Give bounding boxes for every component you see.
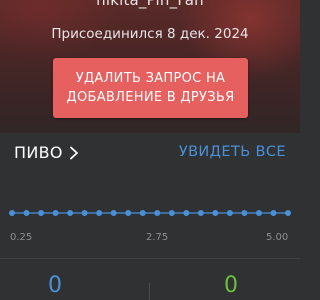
profile-header: nikita_Pin_Fan Присоединился 8 дек. 2024… <box>0 0 300 133</box>
rating-point <box>226 210 233 216</box>
rating-point <box>96 210 103 216</box>
rating-point <box>9 210 15 216</box>
rating-point <box>183 210 190 216</box>
beer-section-header[interactable]: ПИВО <box>14 143 79 162</box>
section-divider <box>0 258 300 259</box>
rating-point <box>168 210 175 216</box>
rating-axis-min: 0.25 <box>10 232 33 243</box>
chevron-right-icon <box>69 146 78 159</box>
rating-point <box>125 210 132 216</box>
rating-point <box>110 210 117 216</box>
rating-point <box>67 210 74 216</box>
rating-distribution-chart <box>9 210 291 216</box>
rating-point <box>270 210 277 216</box>
rating-point <box>23 210 30 216</box>
see-all-link[interactable]: УВИДЕТЬ ВСЕ <box>179 144 286 160</box>
joined-date: Присоединился 8 дек. 2024 <box>51 26 249 42</box>
beer-section: ПИВО УВИДЕТЬ ВСЕ 0.25 2.75 5.00 0 0 <box>0 133 300 300</box>
beer-stat-right-value[interactable]: 0 <box>224 273 238 298</box>
rating-point <box>154 210 161 216</box>
remove-friend-request-button[interactable]: УДАЛИТЬ ЗАПРОС НА ДОБАВЛЕНИЕ В ДРУЗЬЯ <box>53 58 248 118</box>
rating-point <box>139 210 146 216</box>
profile-username: nikita_Pin_Fan <box>96 0 204 9</box>
rating-point <box>38 210 45 216</box>
rating-point <box>52 210 59 216</box>
rating-point <box>197 210 204 216</box>
rating-point <box>212 210 219 216</box>
rating-point <box>81 210 88 216</box>
rating-point <box>241 210 248 216</box>
rating-axis-mid: 2.75 <box>146 232 169 243</box>
stat-separator <box>149 283 150 300</box>
rating-point <box>255 210 262 216</box>
beer-stat-left-value[interactable]: 0 <box>48 273 62 298</box>
beer-section-title: ПИВО <box>14 143 63 162</box>
profile-screen: nikita_Pin_Fan Присоединился 8 дек. 2024… <box>0 0 300 300</box>
rating-axis-max: 5.00 <box>266 232 289 243</box>
rating-point <box>285 210 291 216</box>
